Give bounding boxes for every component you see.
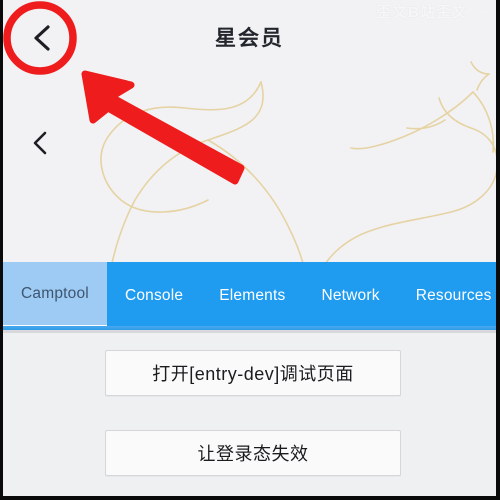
invalidate-login-state-button[interactable]: 让登录态失效: [105, 430, 401, 476]
tab-label: Camptool: [21, 284, 89, 302]
tab-label: Console: [124, 287, 184, 304]
tab-label: Network: [321, 287, 380, 304]
watermark-dots: ···: [476, 6, 488, 16]
tab-label: Resources: [415, 287, 492, 304]
tab-label: Elements: [219, 287, 286, 304]
tab-elements[interactable]: Elements: [201, 262, 303, 330]
button-label: 打开[entry-dev]调试页面: [152, 364, 354, 384]
page-title: 星会员: [215, 27, 284, 50]
app-page-area: 歪文B站歪文 ··· 星会员: [3, 0, 496, 262]
camptool-panel: 打开[entry-dev]调试页面 让登录态失效: [3, 333, 496, 496]
watermark-text: 歪文B站歪文: [376, 4, 468, 21]
chevron-left-icon-secondary[interactable]: [30, 129, 50, 157]
devtools-tabbar[interactable]: Camptool Console Elements Network Resour…: [3, 262, 496, 330]
tab-network[interactable]: Network: [303, 262, 397, 330]
screenshot-root: 歪文B站歪文 ··· 星会员 Camptool Console Elements: [0, 0, 500, 500]
tab-camptool[interactable]: Camptool: [3, 262, 107, 330]
button-label: 让登录态失效: [197, 444, 309, 464]
chevron-left-icon[interactable]: [30, 22, 54, 54]
tab-resources[interactable]: Resources: [398, 262, 496, 330]
tab-console[interactable]: Console: [107, 262, 201, 330]
open-entry-dev-debug-page-button[interactable]: 打开[entry-dev]调试页面: [105, 350, 401, 396]
